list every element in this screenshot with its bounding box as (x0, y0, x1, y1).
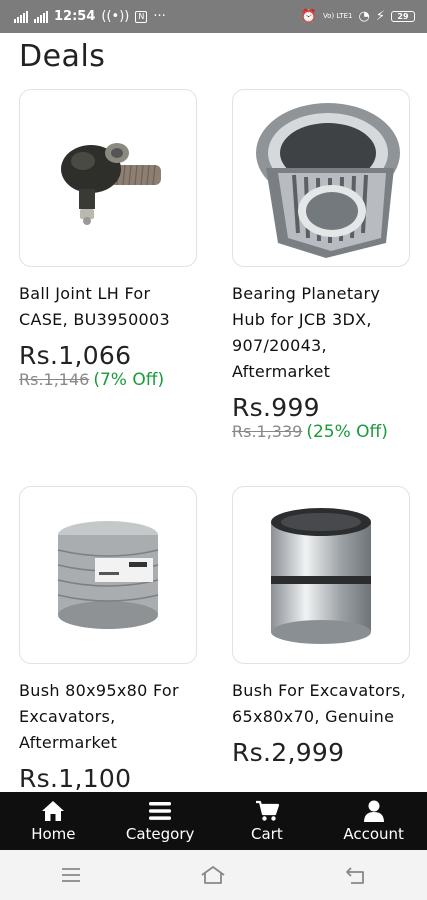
more-icon: ··· (153, 9, 166, 24)
product-price: Rs.2,999 (232, 738, 345, 767)
wrapped-bush-image[interactable] (19, 486, 197, 664)
price-details: Rs.1,146 (7% Off) (19, 370, 197, 390)
page-title: Deals (19, 39, 106, 74)
notification-icon: N (135, 10, 148, 23)
home-icon (42, 800, 65, 821)
status-bar: 12:54 ((•)) N ··· ⏰ Vo) LTE1 ◔ ⚡ 29 (0, 0, 427, 33)
bottom-nav: Home Category Cart Account (0, 792, 427, 850)
original-price: Rs.1,146 (19, 370, 90, 389)
original-price: Rs.1,339 (232, 422, 303, 441)
ball-joint-image[interactable] (19, 89, 197, 267)
product-card[interactable]: Bush For Excavators, 65x80x70, Genuine R… (232, 486, 410, 767)
product-name[interactable]: Bush For Excavators, 65x80x70, Genuine (232, 678, 410, 730)
discount-badge: (25% Off) (306, 422, 388, 442)
product-card[interactable]: Bearing Planetary Hub for JCB 3DX, 907/2… (232, 89, 410, 442)
signal-icon (34, 10, 48, 23)
nav-category-label: Category (125, 824, 195, 843)
product-name[interactable]: Bearing Planetary Hub for JCB 3DX, 907/2… (232, 281, 410, 385)
alarm-icon: ⏰ (300, 9, 317, 24)
hotspot-icon: ((•)) (101, 9, 130, 24)
product-price: Rs.1,100 (19, 764, 132, 792)
charging-icon: ⚡ (375, 9, 385, 24)
status-time: 12:54 (54, 9, 96, 24)
volte-icon: Vo) LTE1 (322, 12, 353, 20)
system-nav-bar (0, 850, 427, 900)
product-price: Rs.999 (232, 393, 320, 422)
recents-menu-icon[interactable] (58, 864, 84, 886)
nav-home-label: Home (31, 824, 76, 843)
product-price: Rs.1,066 (19, 341, 132, 370)
discount-badge: (7% Off) (93, 370, 165, 390)
back-icon[interactable] (343, 864, 369, 886)
nav-account-label: Account (343, 824, 404, 843)
nav-account[interactable]: Account (320, 792, 427, 850)
product-name[interactable]: Ball Joint LH For CASE, BU3950003 (19, 281, 197, 333)
product-name[interactable]: Bush 80x95x80 For Excavators, Aftermarke… (19, 678, 197, 756)
nav-category[interactable]: Category (107, 792, 214, 850)
battery-level: 29 (397, 12, 409, 21)
menu-icon (149, 801, 172, 820)
nav-cart-label: Cart (251, 824, 283, 843)
metal-bush-image[interactable] (232, 486, 410, 664)
home-button-icon[interactable] (200, 864, 226, 886)
cart-icon (255, 800, 279, 821)
bearing-image[interactable] (232, 89, 410, 267)
deals-section: Deals Ball Joint LH For CASE, BU3950003 (0, 33, 427, 792)
signal-icon (14, 10, 28, 23)
nav-cart[interactable]: Cart (214, 792, 321, 850)
account-icon (363, 800, 384, 822)
battery-icon: 29 (391, 11, 415, 22)
nav-home[interactable]: Home (0, 792, 107, 850)
product-card[interactable]: Ball Joint LH For CASE, BU3950003 Rs.1,0… (19, 89, 197, 390)
price-details: Rs.1,339 (25% Off) (232, 422, 410, 442)
wifi-icon: ◔ (358, 9, 370, 24)
product-card[interactable]: Bush 80x95x80 For Excavators, Aftermarke… (19, 486, 197, 792)
